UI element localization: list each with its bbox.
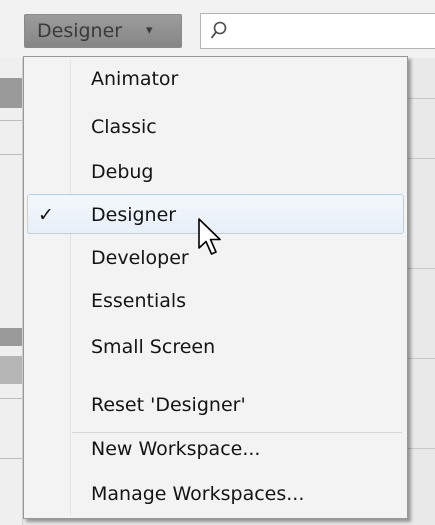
menu-item-classic[interactable]: Classic bbox=[27, 107, 404, 147]
workspace-switcher-label: Designer bbox=[37, 20, 123, 42]
workspace-switcher-button[interactable]: Designer ▾ bbox=[24, 14, 182, 48]
menu-item-label: Animator bbox=[91, 68, 179, 90]
menu-item-label: Reset 'Designer' bbox=[91, 394, 246, 416]
menu-item-label: Designer bbox=[91, 204, 177, 226]
search-input[interactable] bbox=[200, 13, 435, 49]
menu-item-small-screen[interactable]: Small Screen bbox=[27, 327, 404, 367]
menu-item-new-workspace[interactable]: New Workspace... bbox=[27, 429, 404, 469]
right-panel-edge bbox=[404, 58, 435, 525]
menu-item-label: Developer bbox=[91, 247, 189, 269]
menu-item-label: Manage Workspaces... bbox=[91, 483, 305, 505]
checkmark-icon: ✓ bbox=[38, 204, 54, 226]
menu-item-label: Debug bbox=[91, 161, 154, 183]
arrow-pointer-icon bbox=[198, 218, 221, 255]
menu-item-label: Small Screen bbox=[91, 336, 216, 358]
menu-item-label: Essentials bbox=[91, 290, 187, 312]
left-panel-edge bbox=[0, 58, 23, 525]
menu-item-label: New Workspace... bbox=[91, 438, 261, 460]
menu-item-manage-workspaces[interactable]: Manage Workspaces... bbox=[27, 474, 404, 514]
menu-item-essentials[interactable]: Essentials bbox=[27, 281, 404, 321]
menu-item-label: Classic bbox=[91, 116, 157, 138]
workspace-toolbar: Designer ▾ bbox=[0, 0, 435, 58]
chevron-down-icon: ▾ bbox=[146, 23, 153, 38]
menu-item-debug[interactable]: Debug bbox=[27, 152, 404, 192]
menu-item-animator[interactable]: Animator bbox=[27, 59, 404, 99]
workspace-dropdown-menu: Animator Classic Debug ✓ Designer Develo… bbox=[23, 56, 408, 519]
menu-item-reset-workspace[interactable]: Reset 'Designer' bbox=[27, 385, 404, 425]
search-icon bbox=[210, 21, 227, 39]
